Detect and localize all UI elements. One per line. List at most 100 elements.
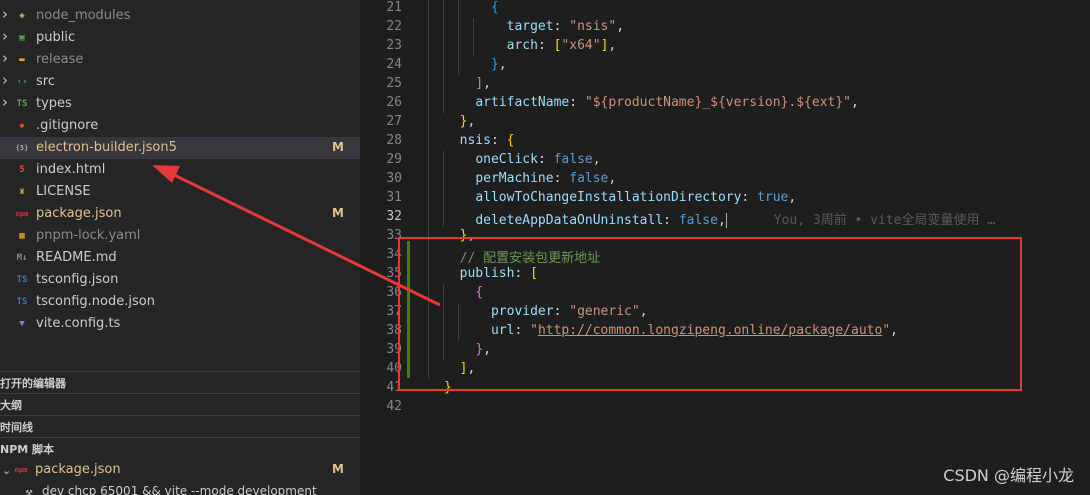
explorer-item[interactable]: npm package.json M [0,203,360,225]
vite-icon: ▼ [19,319,25,329]
indent-guide [428,132,429,151]
indent-guide [428,37,429,56]
code-text: arch: ["x64"], [506,38,617,53]
explorer-item[interactable]: TS tsconfig.json [0,269,360,291]
indent-guide [428,189,429,208]
npm-icon: npm [15,210,29,218]
explorer-item-label: electron-builder.json5 [36,140,177,155]
explorer-item[interactable]: TS tsconfig.node.json [0,291,360,313]
code-line[interactable]: 22 target: "nsis", [360,18,1090,37]
explorer-item[interactable]: › ▬ release [0,49,360,71]
wrench-icon: ⚒ [25,485,33,495]
explorer-item[interactable]: ♜ LICENSE [0,181,360,203]
code-text: ], [475,76,491,91]
line-number: 41 [386,380,402,395]
section-outline-label: 大纲 [0,399,22,412]
chevron-right-icon: › [2,27,8,45]
code-line[interactable]: 27 }, [360,113,1090,132]
explorer-item[interactable]: ◆ .gitignore [0,115,360,137]
line-number: 21 [386,0,402,15]
section-npm-scripts-label: NPM 脚本 [0,443,55,456]
indent-guide [428,94,429,113]
explorer-item-label: package.json [36,206,122,221]
modified-badge: M [332,462,344,476]
code-line[interactable]: 30 perMachine: false, [360,170,1090,189]
line-number: 30 [386,171,402,186]
section-npm-scripts[interactable]: NPM 脚本 [0,437,360,459]
indent-guide [428,75,429,94]
explorer-item[interactable]: 5 index.html [0,159,360,181]
code-line[interactable]: 32 deleteAppDataOnUninstall: false, You,… [360,208,1090,228]
line-number: 42 [386,399,402,414]
folder-public-icon: ▣ [19,33,25,43]
code-line[interactable]: 23 arch: ["x64"], [360,37,1090,56]
code-line[interactable]: 42 [360,398,1090,417]
code-line[interactable]: 31 allowToChangeInstallationDirectory: t… [360,189,1090,208]
line-number: 34 [386,247,402,262]
indent-guide [428,208,429,227]
line-number: 39 [386,342,402,357]
code-line[interactable]: 28 nsis: { [360,132,1090,151]
section-timeline-label: 时间线 [0,421,33,434]
explorer-item-label: tsconfig.node.json [36,294,155,309]
explorer-item-label: LICENSE [36,184,91,199]
json5-icon: {5} [15,144,29,152]
indent-guide [428,56,429,75]
code-line[interactable]: 24 }, [360,56,1090,75]
explorer-item[interactable]: M↓ README.md [0,247,360,269]
code-line[interactable]: 25 ], [360,75,1090,94]
explorer-item-label: pnpm-lock.yaml [36,228,141,243]
explorer-item-label: vite.config.ts [36,316,121,331]
annotation-box [398,237,1022,391]
code-text: { [490,0,499,15]
explorer-item[interactable]: ▦ pnpm-lock.yaml [0,225,360,247]
folder-node-icon: ◆ [19,11,25,21]
line-number: 33 [386,228,402,243]
explorer-item[interactable]: {5} electron-builder.json5 M [0,137,360,159]
code-line[interactable]: 26 artifactName: "${productName}_${versi… [360,94,1090,113]
section-timeline[interactable]: 时间线 [0,415,360,437]
explorer-item-label: README.md [36,250,117,265]
git-icon: ◆ [19,121,25,131]
line-number: 38 [386,323,402,338]
explorer-item-label: node_modules [36,8,131,23]
chevron-down-icon: ⌄ [2,463,12,477]
explorer-item[interactable]: › ‹› src [0,71,360,93]
chevron-right-icon: › [2,5,8,23]
code-line[interactable]: 29 oneClick: false, [360,151,1090,170]
section-outline[interactable]: 大纲 [0,393,360,415]
chevron-right-icon: › [2,93,8,111]
code-line[interactable]: 21 { [360,0,1090,18]
explorer-item[interactable]: ▼ vite.config.ts [0,313,360,335]
folder-icon: ▬ [19,55,25,65]
indent-guide [428,18,429,37]
code-text: allowToChangeInstallationDirectory: true… [475,190,797,205]
explorer-item-label: release [36,52,84,67]
folder-types-icon: TS [16,99,28,109]
npm-file-label: package.json [35,462,121,477]
code-text: deleteAppDataOnUninstall: false, You, 3周… [475,213,996,228]
explorer-item-label: tsconfig.json [36,272,119,287]
explorer-sidebar: › ◆ node_modules › ▣ public › ▬ release › ‹› src › TS… [0,0,360,495]
code-text: }, [459,114,476,129]
license-icon: ♜ [19,187,25,197]
explorer-item[interactable]: › ▣ public [0,27,360,49]
explorer-item-label: src [36,74,55,89]
line-number: 31 [386,190,402,205]
explorer-item-label: public [36,30,76,45]
explorer-item[interactable]: › TS types [0,93,360,115]
npm-package-json-item[interactable]: ⌄ npm package.json M [0,459,360,481]
explorer-item[interactable]: › ◆ node_modules [0,5,360,27]
folder-src-icon: ‹› [16,77,28,87]
line-number: 32 [386,209,402,224]
modified-badge: M [332,140,344,154]
chevron-right-icon: › [2,49,8,67]
html-icon: 5 [19,165,25,175]
npm-icon: npm [14,466,28,474]
code-text: }, [490,57,507,72]
markdown-icon: M↓ [16,253,28,263]
section-open-editors[interactable]: 打开的编辑器 [0,371,360,393]
line-number: 27 [386,114,402,129]
explorer-item-label: index.html [36,162,106,177]
npm-script-item[interactable]: ⚒ dev chcp 65001 && vite --mode developm… [0,481,360,495]
